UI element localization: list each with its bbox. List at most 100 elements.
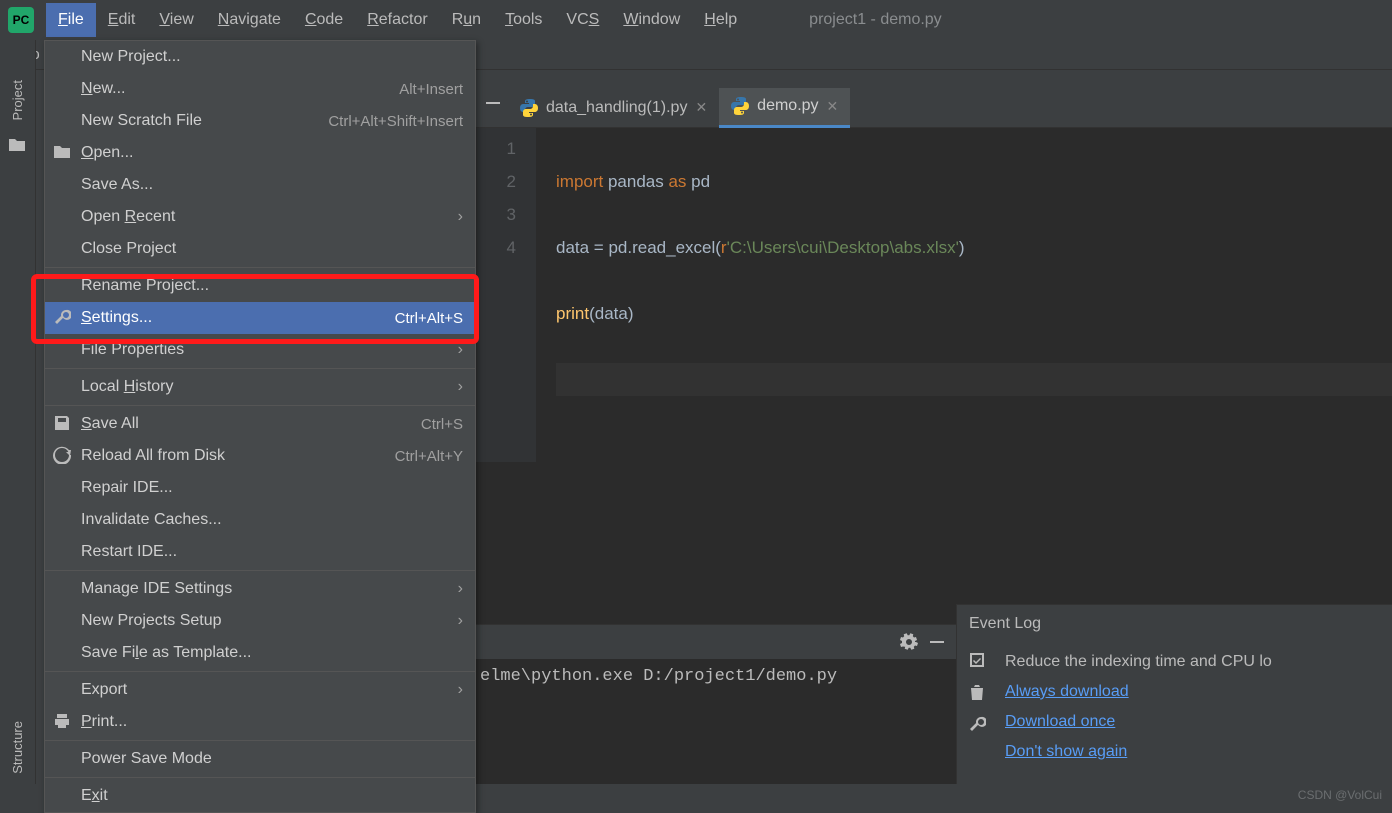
menu-item-label: Settings... [81,309,395,327]
menu-separator [45,671,475,672]
menu-item-label: Local History [81,378,458,396]
menu-item-label: Save As... [81,176,463,194]
editor-area: data_handling(1).py ✕ demo.py ✕ 1234 import… [476,88,1392,624]
chevron-right-icon: › [458,341,463,359]
file-menu-item[interactable]: Restart IDE... [45,536,475,568]
menu-run[interactable]: Run [440,3,493,37]
menu-navigate[interactable]: Navigate [206,3,293,37]
file-menu-item[interactable]: New...Alt+Insert [45,73,475,105]
window-title: project1 - demo.py [809,11,942,29]
menubar: PC FileEditViewNavigateCodeRefactorRunTo… [0,0,1392,40]
file-menu-item[interactable]: Close Project [45,233,475,265]
menu-vcs[interactable]: VCS [554,3,611,37]
file-menu-item[interactable]: New Scratch FileCtrl+Alt+Shift+Insert [45,105,475,137]
menu-code[interactable]: Code [293,3,355,37]
chevron-right-icon: › [458,612,463,630]
menu-shortcut: Ctrl+Alt+Y [395,448,463,465]
menu-item-label: Manage IDE Settings [81,580,458,598]
wrench-icon[interactable] [968,715,986,733]
file-menu-item[interactable]: Save As... [45,169,475,201]
save-icon [53,414,71,432]
file-menu-item[interactable]: Rename Project... [45,270,475,302]
menu-file[interactable]: File [46,3,96,37]
menu-view[interactable]: View [147,3,205,37]
close-icon[interactable]: ✕ [827,98,839,115]
project-tool-label[interactable]: Project [10,70,25,130]
editor-tabs-bar: data_handling(1).py ✕ demo.py ✕ [476,88,1392,128]
structure-tool-label[interactable]: Structure [10,711,25,784]
event-log-link-once[interactable]: Download once [1005,707,1272,737]
file-menu-item[interactable]: File Properties› [45,334,475,366]
editor-gutter: 1234 [476,128,536,462]
folder-icon [53,143,71,161]
menu-item-label: Repair IDE... [81,479,463,497]
wrench-icon [53,308,71,326]
menu-separator [45,740,475,741]
file-menu-item[interactable]: Open Recent› [45,201,475,233]
line-number: 4 [476,231,516,264]
file-menu-item[interactable]: Open... [45,137,475,169]
console-output[interactable]: elme\python.exe D:/project1/demo.py [476,659,956,694]
menu-separator [45,570,475,571]
left-tool-strip: Project Structure [0,40,36,784]
menu-item-label: Save All [81,415,421,433]
editor-tab[interactable]: data_handling(1).py ✕ [508,88,719,128]
menu-separator [45,267,475,268]
file-menu-item[interactable]: Local History› [45,371,475,403]
reload-icon [53,446,71,464]
menu-item-label: Restart IDE... [81,543,463,561]
file-menu-item[interactable]: Exit [45,780,475,812]
menu-refactor[interactable]: Refactor [355,3,439,37]
editor-tab[interactable]: demo.py ✕ [719,88,850,128]
editor-code[interactable]: import pandas as pd data = pd.read_excel… [536,128,1392,462]
file-menu-item[interactable]: Reload All from DiskCtrl+Alt+Y [45,440,475,472]
file-menu-item[interactable]: Manage IDE Settings› [45,573,475,605]
check-icon[interactable] [968,651,986,669]
menu-separator [45,405,475,406]
run-panel: elme\python.exe D:/project1/demo.py [476,624,956,784]
tab-label: demo.py [757,97,818,115]
file-menu-item[interactable]: Save AllCtrl+S [45,408,475,440]
menu-item-label: Print... [81,713,463,731]
menu-item-label: New Project... [81,48,463,66]
file-menu-item[interactable]: New Projects Setup› [45,605,475,637]
file-menu-item[interactable]: Repair IDE... [45,472,475,504]
minimize-icon[interactable] [928,633,946,651]
menu-help[interactable]: Help [692,3,749,37]
menu-shortcut: Ctrl+Alt+S [395,310,463,327]
file-menu-item[interactable]: Export› [45,674,475,706]
menu-shortcut: Alt+Insert [399,81,463,98]
file-menu-item[interactable]: Save File as Template... [45,637,475,669]
menu-item-label: Close Project [81,240,463,258]
menu-item-label: New Projects Setup [81,612,458,630]
line-number: 3 [476,198,516,231]
file-menu-item[interactable]: New Project... [45,41,475,73]
menu-item-label: New... [81,80,399,98]
event-log-desc: Reduce the indexing time and CPU lo [1005,647,1272,677]
print-icon [53,712,71,730]
menu-edit[interactable]: Edit [96,3,148,37]
menu-item-label: Power Save Mode [81,750,463,768]
gear-icon[interactable] [900,633,918,651]
line-number: 1 [476,132,516,165]
trash-icon[interactable] [968,683,986,701]
file-menu-item[interactable]: Invalidate Caches... [45,504,475,536]
menu-item-label: Rename Project... [81,277,463,295]
file-menu-item[interactable]: Power Save Mode [45,743,475,775]
menu-shortcut: Ctrl+S [421,416,463,433]
line-number: 2 [476,165,516,198]
event-log-link-dont[interactable]: Don't show again [1005,737,1272,767]
file-menu-item[interactable]: Settings...Ctrl+Alt+S [45,302,475,334]
file-menu-item[interactable]: Print... [45,706,475,738]
chevron-right-icon: › [458,378,463,396]
event-log-link-always[interactable]: Always download [1005,677,1272,707]
folder-icon[interactable] [8,136,28,156]
collapse-icon[interactable] [484,94,506,116]
chevron-right-icon: › [458,208,463,226]
close-icon[interactable]: ✕ [695,99,707,116]
menu-window[interactable]: Window [611,3,692,37]
menu-tools[interactable]: Tools [493,3,554,37]
menu-item-label: Open Recent [81,208,458,226]
event-log-panel: Event Log Reduce the indexing time and C… [956,604,1392,784]
tab-label: data_handling(1).py [546,99,687,117]
